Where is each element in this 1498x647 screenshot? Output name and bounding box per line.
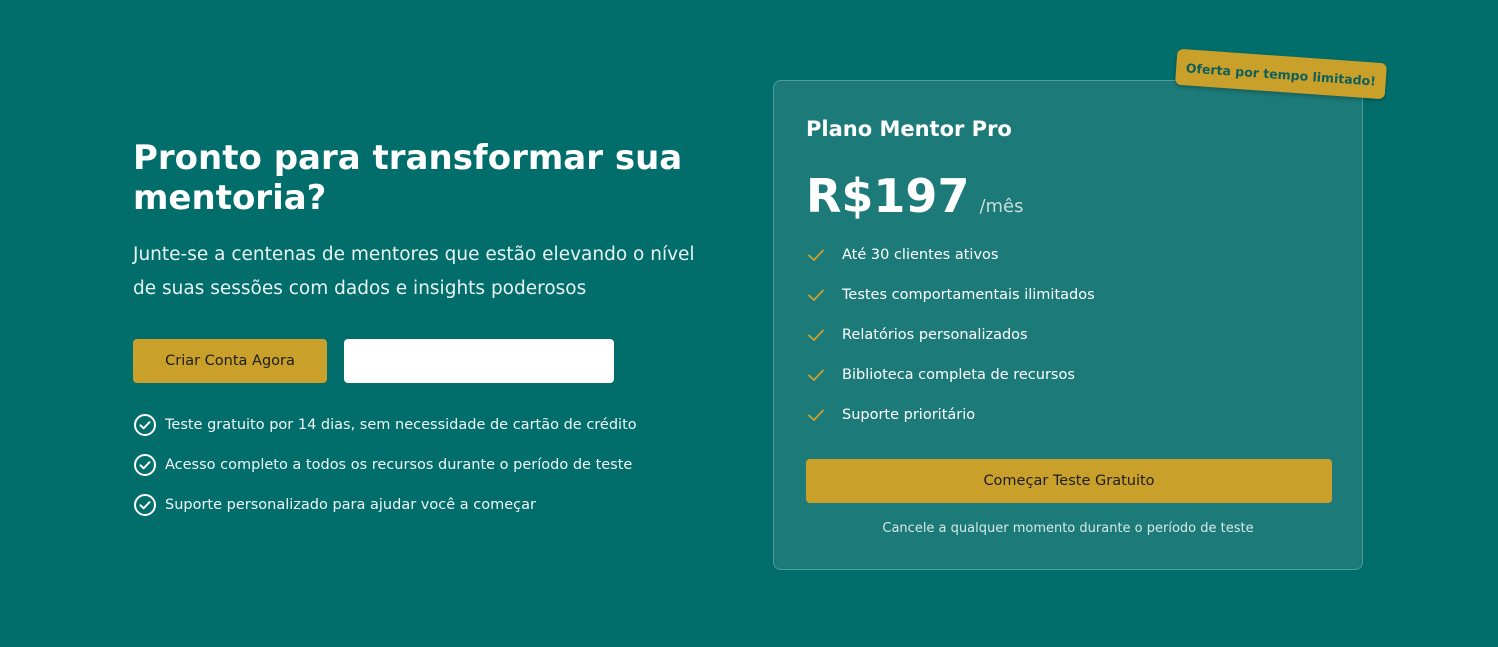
cta-section: Pronto para transformar sua mentoria? Ju…: [133, 138, 713, 533]
benefit-text: Teste gratuito por 14 dias, sem necessid…: [165, 417, 637, 433]
pricing-card: Plano Mentor Pro R$197 /mês Até 30 clien…: [773, 80, 1363, 570]
check-circle-icon: [134, 454, 156, 476]
feature-item: Testes comportamentais ilimitados: [806, 283, 1095, 307]
feature-text: Testes comportamentais ilimitados: [842, 287, 1095, 303]
feature-item: Até 30 clientes ativos: [806, 243, 1095, 267]
plan-name: Plano Mentor Pro: [806, 117, 1012, 141]
feature-item: Suporte prioritário: [806, 403, 1095, 427]
feature-text: Relatórios personalizados: [842, 327, 1028, 343]
benefits-list: Teste gratuito por 14 dias, sem necessid…: [133, 413, 713, 517]
check-icon: [808, 369, 824, 381]
start-trial-button[interactable]: Começar Teste Gratuito: [806, 459, 1332, 503]
cta-subtext: Junte-se a centenas de mentores que estã…: [133, 244, 695, 299]
check-circle-icon: [134, 414, 156, 436]
cta-headline: Pronto para transformar sua mentoria?: [133, 138, 683, 218]
price-row: R$197 /mês: [806, 169, 1024, 223]
feature-text: Biblioteca completa de recursos: [842, 367, 1075, 383]
check-circle-icon: [134, 494, 156, 516]
benefit-text: Acesso completo a todos os recursos dura…: [165, 457, 633, 473]
benefit-text: Suporte personalizado para ajudar você a…: [165, 497, 536, 513]
feature-item: Relatórios personalizados: [806, 323, 1095, 347]
check-icon: [808, 289, 824, 301]
check-icon: [808, 409, 824, 421]
benefit-item: Suporte personalizado para ajudar você a…: [133, 493, 713, 517]
create-account-button[interactable]: Criar Conta Agora: [133, 339, 327, 383]
cancel-note: Cancele a qualquer momento durante o per…: [882, 521, 1254, 536]
feature-text: Suporte prioritário: [842, 407, 976, 423]
benefit-item: Acesso completo a todos os recursos dura…: [133, 453, 713, 477]
plan-price: R$197: [806, 169, 970, 223]
plan-period: /mês: [979, 196, 1024, 217]
features-list: Até 30 clientes ativos Testes comportame…: [806, 243, 1095, 443]
check-icon: [808, 329, 824, 341]
benefit-item: Teste gratuito por 14 dias, sem necessid…: [133, 413, 713, 437]
feature-text: Até 30 clientes ativos: [842, 247, 999, 263]
secondary-button[interactable]: [344, 339, 614, 383]
feature-item: Biblioteca completa de recursos: [806, 363, 1095, 387]
cta-buttons: Criar Conta Agora: [133, 339, 713, 383]
check-icon: [808, 249, 824, 261]
